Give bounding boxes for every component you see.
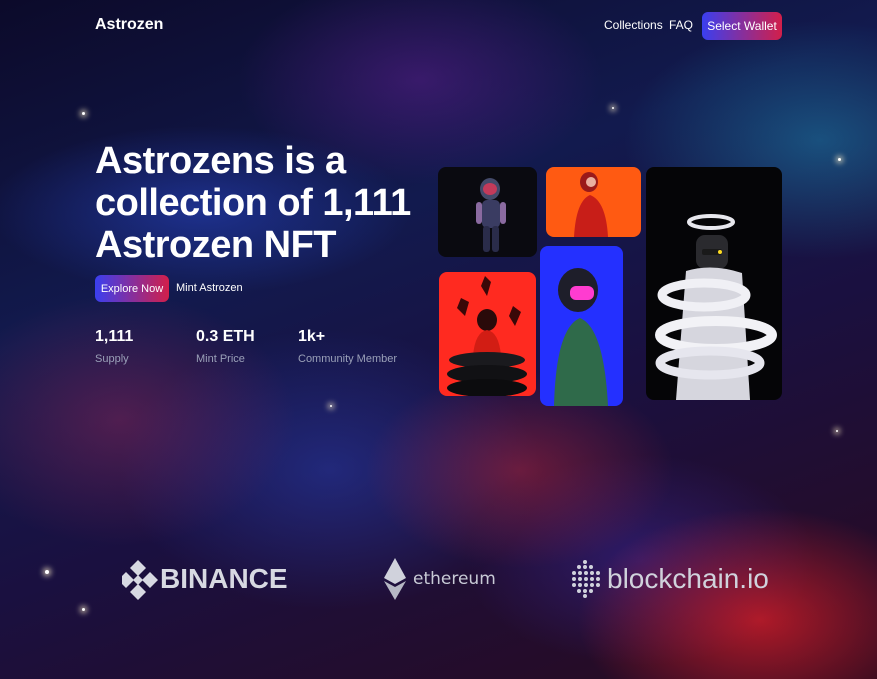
blockchain-dots-icon (572, 560, 600, 598)
stat-mint-price-value: 0.3 ETH (196, 328, 255, 345)
astronaut-figure-image (476, 178, 506, 252)
blockchain-io-logo: blockchain.io (571, 558, 771, 605)
nft-card-astronaut-halo (646, 167, 782, 400)
svg-text:blockchain.io: blockchain.io (607, 563, 769, 594)
star (836, 430, 838, 432)
star (82, 608, 85, 611)
stat-mint-price-label: Mint Price (196, 353, 245, 365)
nft-card-astronaut-dark (438, 167, 537, 257)
svg-text:ethereum: ethereum (413, 569, 496, 589)
ethereum-logo: ethereum (384, 556, 496, 607)
binance-icon (118, 560, 158, 600)
star (612, 107, 614, 109)
binance-logo: BINANCE (118, 558, 297, 607)
star (82, 112, 85, 115)
astronaut-figure-image (447, 276, 527, 396)
astronaut-figure-image (554, 268, 608, 406)
nft-card-astronaut-orange (546, 167, 641, 237)
hero-title: Astrozens is a collection of 1,111 Astro… (95, 140, 411, 266)
stat-supply-value: 1,111 (95, 328, 134, 345)
star (330, 405, 332, 407)
star (838, 158, 841, 161)
mint-astrozen-link[interactable]: Mint Astrozen (176, 282, 243, 294)
nft-card-astronaut-pink-visor (540, 246, 623, 406)
nav-link-faq[interactable]: FAQ (669, 18, 693, 32)
stat-community-label: Community Member (298, 353, 398, 365)
nft-card-astronaut-red-rings (439, 272, 536, 396)
astronaut-figure-image (655, 214, 777, 400)
star (45, 570, 49, 574)
svg-text:BINANCE: BINANCE (160, 563, 288, 594)
nav-link-collections[interactable]: Collections (604, 18, 663, 32)
stat-community-value: 1k+ (298, 328, 326, 345)
select-wallet-button[interactable]: Select Wallet (702, 12, 782, 40)
brand-logo[interactable]: Astrozen (95, 16, 163, 34)
stat-supply-label: Supply (95, 353, 129, 365)
ethereum-icon (384, 558, 406, 600)
explore-now-button[interactable]: Explore Now (95, 275, 169, 302)
astronaut-figure-image (574, 172, 608, 237)
